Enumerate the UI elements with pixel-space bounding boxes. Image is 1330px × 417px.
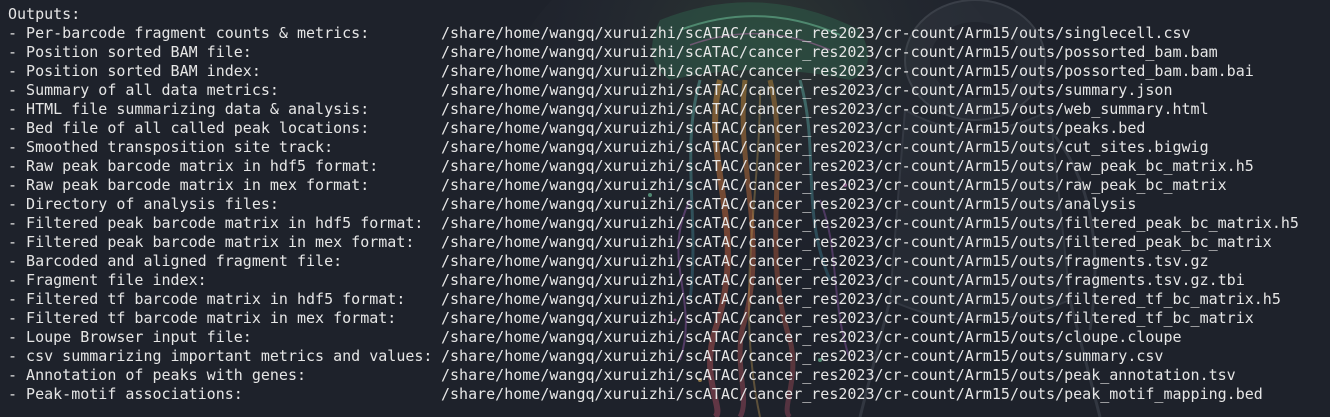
- output-description: - Loupe Browser input file:: [8, 328, 252, 346]
- output-row: - Peak-motif associations: /share/home/wa…: [8, 385, 1330, 404]
- output-description: - Peak-motif associations:: [8, 385, 243, 403]
- output-row: - Filtered tf barcode matrix in hdf5 for…: [8, 290, 1330, 309]
- output-path[interactable]: /share/home/wangq/xuruizhi/scATAC/cancer…: [441, 81, 1173, 100]
- outputs-header: Outputs:: [8, 5, 81, 23]
- output-row: - Summary of all data metrics: /share/hom…: [8, 81, 1330, 100]
- output-row: - Filtered tf barcode matrix in mex form…: [8, 309, 1330, 328]
- output-path[interactable]: /share/home/wangq/xuruizhi/scATAC/cancer…: [441, 157, 1254, 176]
- output-row: - Raw peak barcode matrix in mex format:…: [8, 176, 1330, 195]
- output-path[interactable]: /share/home/wangq/xuruizhi/scATAC/cancer…: [441, 271, 1245, 290]
- output-description: - Fragment file index:: [8, 271, 207, 289]
- output-path[interactable]: /share/home/wangq/xuruizhi/scATAC/cancer…: [441, 309, 1254, 328]
- output-description: - Summary of all data metrics:: [8, 81, 279, 99]
- output-path[interactable]: /share/home/wangq/xuruizhi/scATAC/cancer…: [441, 252, 1209, 271]
- output-row: - HTML file summarizing data & analysis:…: [8, 100, 1330, 119]
- output-description: - Directory of analysis files:: [8, 195, 279, 213]
- output-row: - Smoothed transposition site track: /sha…: [8, 138, 1330, 157]
- output-description: - Smoothed transposition site track:: [8, 138, 334, 156]
- output-row: - Loupe Browser input file: /share/home/w…: [8, 328, 1330, 347]
- output-description: - Filtered peak barcode matrix in mex fo…: [8, 233, 415, 251]
- output-row: - Raw peak barcode matrix in hdf5 format…: [8, 157, 1330, 176]
- output-description: - Filtered peak barcode matrix in hdf5 f…: [8, 214, 424, 232]
- output-description: - Annotation of peaks with genes:: [8, 366, 307, 384]
- output-description: - Raw peak barcode matrix in hdf5 format…: [8, 157, 379, 175]
- output-path[interactable]: /share/home/wangq/xuruizhi/scATAC/cancer…: [441, 138, 1209, 157]
- output-description: - Per-barcode fragment counts & metrics:: [8, 24, 370, 42]
- output-description: - Position sorted BAM file:: [8, 43, 252, 61]
- output-path[interactable]: /share/home/wangq/xuruizhi/scATAC/cancer…: [441, 43, 1218, 62]
- output-description: - Filtered tf barcode matrix in mex form…: [8, 309, 397, 327]
- output-row: - Fragment file index: /share/home/wangq/…: [8, 271, 1330, 290]
- output-description: - Bed file of all called peak locations:: [8, 119, 370, 137]
- output-description: - csv summarizing important metrics and …: [8, 347, 433, 365]
- terminal-output: Outputs: - Per-barcode fragment counts &…: [0, 0, 1330, 417]
- output-path[interactable]: /share/home/wangq/xuruizhi/scATAC/cancer…: [441, 347, 1163, 366]
- output-row: - Position sorted BAM file: /share/home/w…: [8, 43, 1330, 62]
- output-path[interactable]: /share/home/wangq/xuruizhi/scATAC/cancer…: [441, 366, 1236, 385]
- output-row: - Filtered peak barcode matrix in hdf5 f…: [8, 214, 1330, 233]
- output-row: - Annotation of peaks with genes: /share/…: [8, 366, 1330, 385]
- output-path[interactable]: /share/home/wangq/xuruizhi/scATAC/cancer…: [441, 233, 1272, 252]
- output-path[interactable]: /share/home/wangq/xuruizhi/scATAC/cancer…: [441, 100, 1209, 119]
- output-path[interactable]: /share/home/wangq/xuruizhi/scATAC/cancer…: [441, 24, 1191, 43]
- output-row: - Directory of analysis files: /share/hom…: [8, 195, 1330, 214]
- output-row: - Per-barcode fragment counts & metrics:…: [8, 24, 1330, 43]
- output-row: - csv summarizing important metrics and …: [8, 347, 1330, 366]
- output-path[interactable]: /share/home/wangq/xuruizhi/scATAC/cancer…: [441, 328, 1182, 347]
- output-path[interactable]: /share/home/wangq/xuruizhi/scATAC/cancer…: [441, 385, 1263, 404]
- output-row: - Bed file of all called peak locations:…: [8, 119, 1330, 138]
- output-path[interactable]: /share/home/wangq/xuruizhi/scATAC/cancer…: [441, 62, 1254, 81]
- output-description: - Filtered tf barcode matrix in hdf5 for…: [8, 290, 406, 308]
- output-description: - Barcoded and aligned fragment file:: [8, 252, 343, 270]
- output-path[interactable]: /share/home/wangq/xuruizhi/scATAC/cancer…: [441, 119, 1145, 138]
- output-path[interactable]: /share/home/wangq/xuruizhi/scATAC/cancer…: [441, 214, 1299, 233]
- output-description: - Raw peak barcode matrix in mex format:: [8, 176, 370, 194]
- output-path[interactable]: /share/home/wangq/xuruizhi/scATAC/cancer…: [441, 290, 1281, 309]
- output-description: - Position sorted BAM index:: [8, 62, 261, 80]
- output-row: - Filtered peak barcode matrix in mex fo…: [8, 233, 1330, 252]
- output-description: - HTML file summarizing data & analysis:: [8, 100, 370, 118]
- output-row: - Position sorted BAM index: /share/home/…: [8, 62, 1330, 81]
- output-list: - Per-barcode fragment counts & metrics:…: [8, 24, 1330, 404]
- output-path[interactable]: /share/home/wangq/xuruizhi/scATAC/cancer…: [441, 176, 1227, 195]
- output-row: - Barcoded and aligned fragment file: /sh…: [8, 252, 1330, 271]
- output-path[interactable]: /share/home/wangq/xuruizhi/scATAC/cancer…: [441, 195, 1136, 214]
